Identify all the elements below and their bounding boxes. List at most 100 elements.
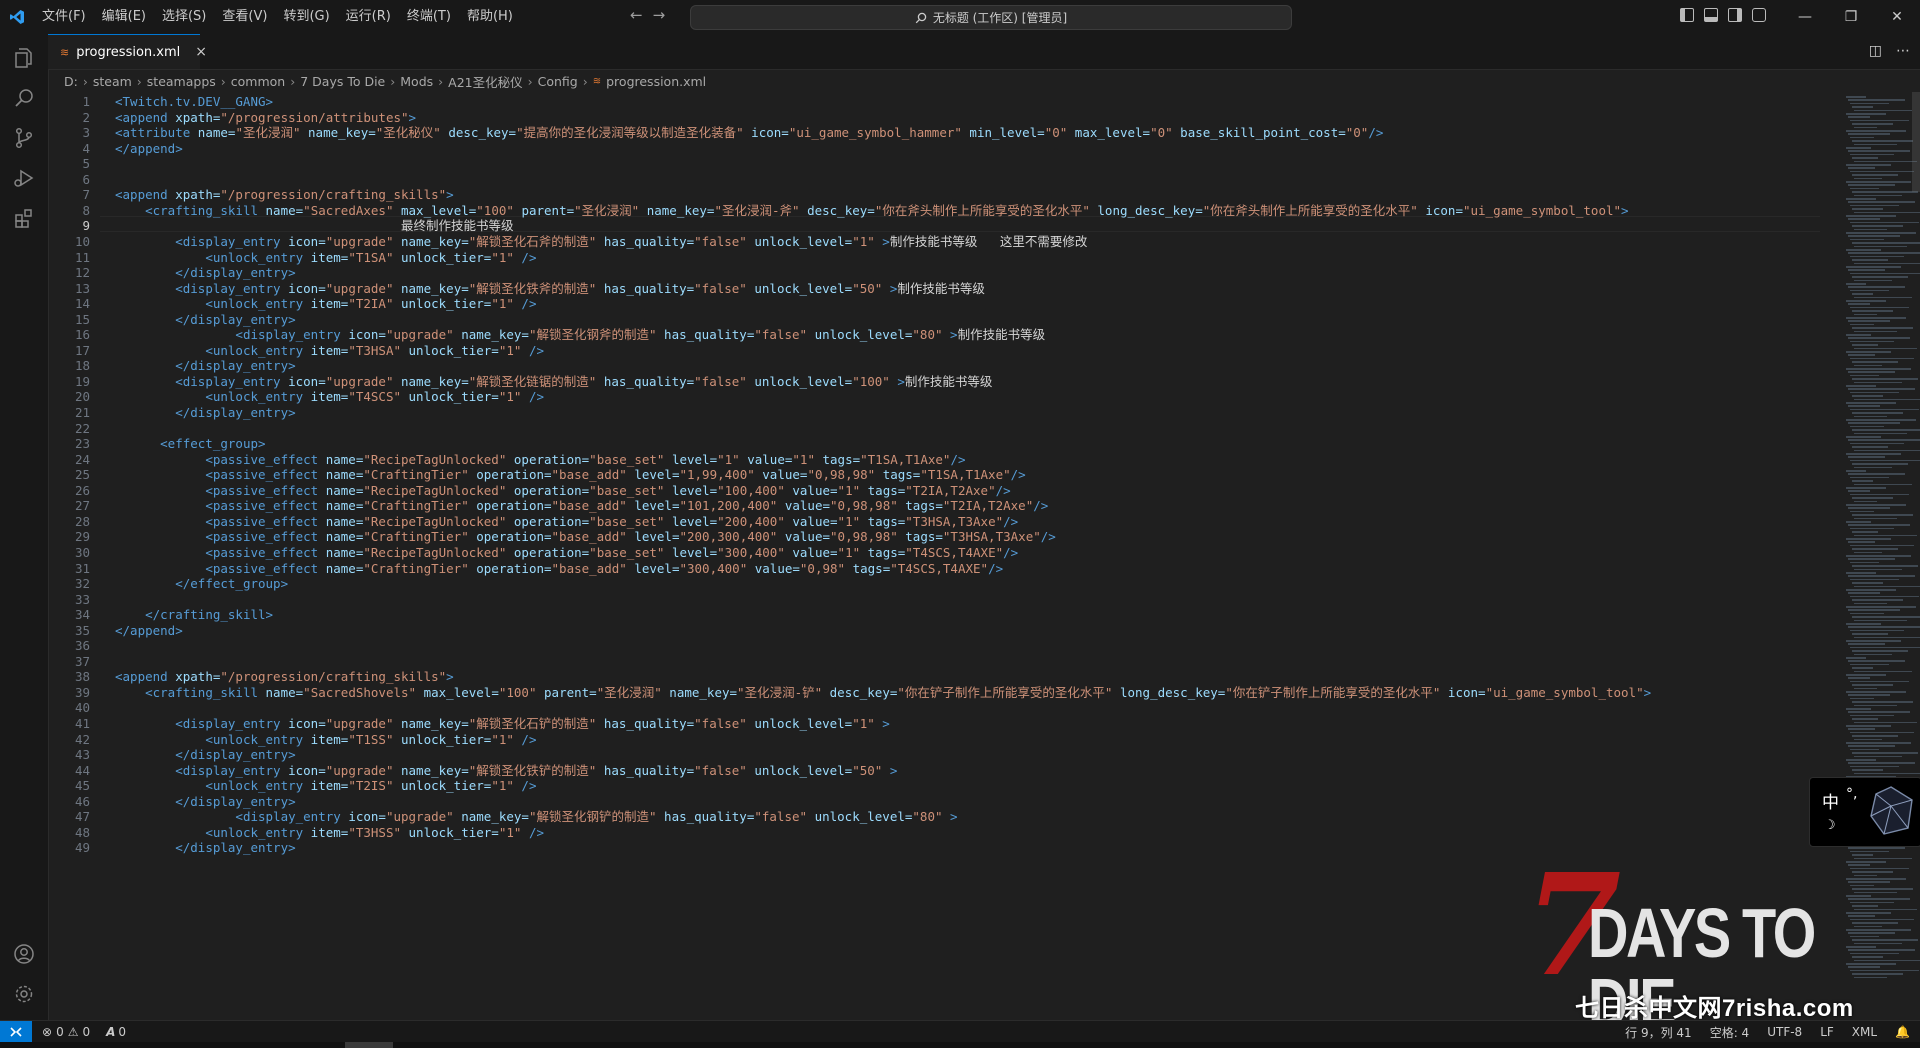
command-center[interactable]: 无标题 (工作区) [管理员] [690,5,1292,30]
minimap-line [1852,344,1878,346]
breadcrumb-item[interactable]: Mods [400,74,433,89]
language-mode[interactable]: XML [1852,1025,1877,1039]
minimap-line [1850,408,1919,411]
minimap-line [1854,211,1920,214]
code-token: > [942,327,958,343]
code-line[interactable]: <attribute name="圣化浸润" name_key="圣化秘仪" d… [115,123,1383,142]
code-line[interactable]: </append> [115,139,183,158]
extensions-icon[interactable] [0,194,48,242]
split-editor-icon[interactable]: ◫ [1869,43,1882,59]
code-line[interactable]: <crafting_skill name="SacredShovels" max… [115,683,1651,702]
close-window-icon[interactable]: ✕ [1874,0,1920,34]
minimap-line [1846,436,1881,438]
code-token: "解锁圣化钢铲的制造" [528,809,657,825]
minimap-line [1852,701,1913,703]
minimap-line [1850,527,1894,530]
horizontal-scroll-thumb[interactable] [345,1042,393,1048]
code-token: "base_add" [551,560,627,576]
menu-run[interactable]: 运行(R) [338,4,399,30]
minimap-line [1850,357,1914,360]
menu-view[interactable]: 查看(V) [214,4,275,30]
menu-terminal[interactable]: 终端(T) [399,4,459,30]
more-actions-icon[interactable]: ⋯ [1896,43,1910,59]
breadcrumb-item[interactable]: progression.xml [606,74,706,89]
encoding[interactable]: UTF-8 [1767,1025,1802,1039]
command-center-label: 无标题 (工作区) [管理员] [932,11,1068,25]
notifications-bell-icon[interactable]: 🔔 [1895,1025,1910,1039]
minimap-line [1852,412,1903,414]
code-line[interactable]: </display_entry> [115,403,295,422]
horizontal-scrollbar[interactable] [0,1042,1920,1048]
code-token: "T2IA" [348,296,394,312]
code-token: </append> [115,140,183,156]
code-token: /> [1003,544,1019,560]
minimap-line [1850,323,1874,326]
ports-indicator[interactable]: 𝞐 0 [106,1025,126,1039]
forward-arrow-icon[interactable]: → [653,6,666,24]
toggle-panel-icon[interactable] [1704,8,1718,22]
minimap-line [1854,143,1897,146]
minimap-line [1846,708,1871,710]
end-of-line[interactable]: LF [1820,1025,1834,1039]
code-token: "T2IS" [348,778,394,794]
code-token: unlock_level= [746,233,853,249]
menu-edit[interactable]: 编辑(E) [94,4,154,30]
breadcrumb-item[interactable]: Config [538,74,578,89]
minimap-line [1848,643,1885,645]
minimap-line [1854,551,1882,554]
breadcrumb-item[interactable]: steam [93,74,132,89]
toggle-secondary-sidebar-icon[interactable] [1728,8,1742,22]
indentation[interactable]: 空格: 4 [1710,1024,1750,1041]
code-token: "ui_game_symbol_hammer" [788,125,962,141]
minimap-line [1846,725,1891,727]
minimap-line [1850,680,1909,683]
code-line[interactable]: </effect_group> [115,574,288,593]
breadcrumb-item[interactable]: A21圣化秘仪 [448,72,522,91]
menu-help[interactable]: 帮助(H) [459,4,521,30]
code-line[interactable]: </append> [115,621,183,640]
problems-indicator[interactable]: ⊗ 0 ⚠ 0 [42,1025,90,1039]
code-token: 制作技能书等级 [904,373,993,389]
code-token: "T1SS" [348,731,394,747]
code-token: /> [513,778,537,794]
code-token: unlock_level= [746,716,853,731]
minimap-line [1846,572,1876,574]
settings-gear-icon[interactable] [0,970,48,1018]
code-token: unlock_level= [746,762,853,778]
back-arrow-icon[interactable]: ← [630,6,643,24]
restore-icon[interactable]: ❐ [1828,0,1874,34]
menu-selection[interactable]: 选择(S) [154,4,214,30]
customize-layout-icon[interactable] [1752,8,1766,22]
code-token: unlock_level= [807,327,913,343]
toggle-primary-sidebar-icon[interactable] [1680,8,1694,22]
minimap-line [1854,517,1897,520]
tab-close-icon[interactable]: × [195,44,207,60]
breadcrumb-item[interactable]: D: [64,74,78,89]
breadcrumb-item[interactable]: steamapps [147,74,216,89]
minimap-line [1850,459,1920,462]
code-token: "你在斧头制作上所能享受的圣化水平" [1202,202,1418,218]
code-token: icon= [1440,684,1486,700]
breadcrumb-item[interactable]: common [231,74,285,89]
ime-status-widget[interactable]: 中 °, ☽ [1809,777,1920,847]
minimap-line [1854,432,1907,435]
minimap-line [1850,578,1899,581]
cursor-position[interactable]: 行 9，列 41 [1625,1024,1692,1041]
minimap-line [1850,544,1914,547]
code-token: unlock_tier= [393,731,492,747]
breadcrumb-item[interactable]: 7 Days To Die [300,74,385,89]
minimize-icon[interactable]: — [1782,0,1828,34]
minimap-line [1850,136,1874,139]
code-token: > [882,762,898,778]
vertical-scrollbar[interactable] [1912,92,1920,192]
tab-progression-xml[interactable]: ≋ progression.xml × [48,34,207,69]
remote-indicator-icon[interactable] [0,1021,32,1043]
minimap-line [1854,245,1907,248]
code-line[interactable]: </display_entry> [115,838,295,857]
menu-file[interactable]: 文件(F) [34,4,94,30]
code-token: has_quality= [656,809,755,825]
code-token: "100" [852,373,890,389]
code-token: unlock_tier= [401,824,499,840]
minimap-line [1850,697,1874,700]
menu-go[interactable]: 转到(G) [275,4,337,30]
